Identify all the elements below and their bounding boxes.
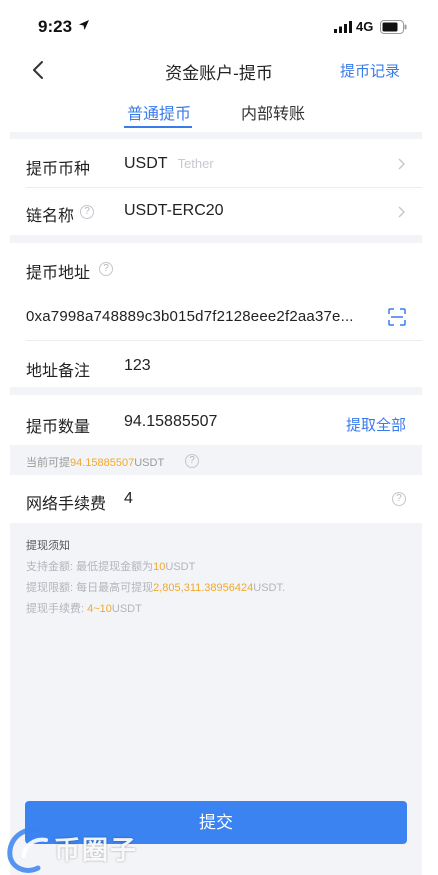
battery-icon <box>380 20 407 34</box>
coin-symbol: USDT <box>124 155 168 172</box>
address-input[interactable]: 0xa7998a748889c3b015d7f2128eee2f2aa37e..… <box>26 308 376 325</box>
amount-label: 提币数量 <box>26 419 91 436</box>
fee-label: 网络手续费 <box>26 496 107 513</box>
status-time: 9:23 <box>38 17 73 36</box>
address-card: 提币地址 ? 0xa7998a748889c3b015d7f2128eee2f2… <box>10 243 422 387</box>
coin-card: 提币币种 USDT Tether 链名称 ? USDT-ERC20 <box>10 139 422 235</box>
notice-fee-value: 4~10 <box>87 603 112 615</box>
help-icon[interactable]: ? <box>185 454 199 468</box>
notice-min-prefix: 支持金额: 最低提现金额为 <box>26 561 154 573</box>
amount-input[interactable]: 94.15885507 <box>124 413 217 431</box>
notice-limit-prefix: 提现限额: 每日最高可提现 <box>26 582 154 594</box>
chevron-right-icon <box>398 206 405 218</box>
watermark-text: 币圈子 <box>54 835 139 865</box>
notice-min-unit: USDT <box>165 561 196 573</box>
fee-card: 网络手续费 4 ? <box>10 475 422 523</box>
notice-fee: 提现手续费: 4~10USDT <box>26 599 285 620</box>
watermark-swirl-icon <box>7 826 48 873</box>
chevron-right-icon <box>398 158 405 170</box>
coin-fullname: Tether <box>177 156 214 171</box>
fee-value: 4 <box>124 490 133 507</box>
status-bar: 9:23 4G <box>0 0 438 50</box>
memo-label: 地址备注 <box>26 363 91 380</box>
signal-icon <box>334 21 352 33</box>
network-type: 4G <box>356 19 374 34</box>
notice-fee-unit: USDT <box>111 603 142 615</box>
coin-value: USDT Tether <box>124 155 214 173</box>
watermark-logo: 币圈子 <box>2 816 152 875</box>
coin-label: 提币币种 <box>26 161 91 178</box>
available-prefix: 当前可提 <box>26 457 70 469</box>
notice-fee-prefix: 提现手续费: <box>26 603 88 615</box>
nav-bar: 资金账户-提币 提币记录 <box>0 50 438 90</box>
available-amount: 94.15885507 <box>70 457 135 469</box>
notice-limit-value: 2,805,311.38956424 <box>153 582 254 594</box>
memo-input[interactable]: 123 <box>124 357 151 375</box>
chain-label: 链名称 <box>26 208 75 225</box>
help-icon[interactable]: ? <box>392 492 406 506</box>
withdraw-notice: 提现须知 支持金额: 最低提现金额为10USDT 提现限额: 每日最高可提现2,… <box>26 536 285 620</box>
amount-card: 提币数量 94.15885507 提取全部 <box>10 395 422 445</box>
tab-normal-withdraw[interactable]: 普通提币 <box>127 100 191 124</box>
address-label: 提币地址 <box>26 265 91 282</box>
tab-bar: 普通提币 内部转账 <box>0 96 438 132</box>
chain-value: USDT-ERC20 <box>124 202 224 219</box>
scan-qr-icon[interactable] <box>388 308 406 326</box>
chain-select-row[interactable]: 链名称 ? USDT-ERC20 <box>10 187 422 235</box>
notice-min-value: 10 <box>153 561 166 573</box>
withdraw-all-button[interactable]: 提取全部 <box>346 414 406 435</box>
withdraw-records-link[interactable]: 提币记录 <box>340 60 400 81</box>
available-unit: USDT <box>134 457 165 469</box>
divider <box>26 340 422 341</box>
tab-internal-transfer[interactable]: 内部转账 <box>241 100 305 124</box>
notice-daily-limit: 提现限额: 每日最高可提现2,805,311.38956424USDT. <box>26 578 285 599</box>
help-icon[interactable]: ? <box>99 262 113 276</box>
location-arrow-icon <box>79 20 89 30</box>
active-tab-indicator <box>124 126 192 128</box>
notice-limit-unit: USDT. <box>253 582 286 594</box>
notice-title: 提现须知 <box>26 540 70 552</box>
available-balance: 当前可提94.15885507USDT <box>26 454 164 470</box>
help-icon[interactable]: ? <box>80 205 94 219</box>
notice-min-amount: 支持金额: 最低提现金额为10USDT <box>26 557 285 578</box>
withdraw-form: 提币币种 USDT Tether 链名称 ? USDT-ERC20 提币地址 ? … <box>10 132 422 875</box>
coin-select-row[interactable]: 提币币种 USDT Tether <box>10 139 422 187</box>
